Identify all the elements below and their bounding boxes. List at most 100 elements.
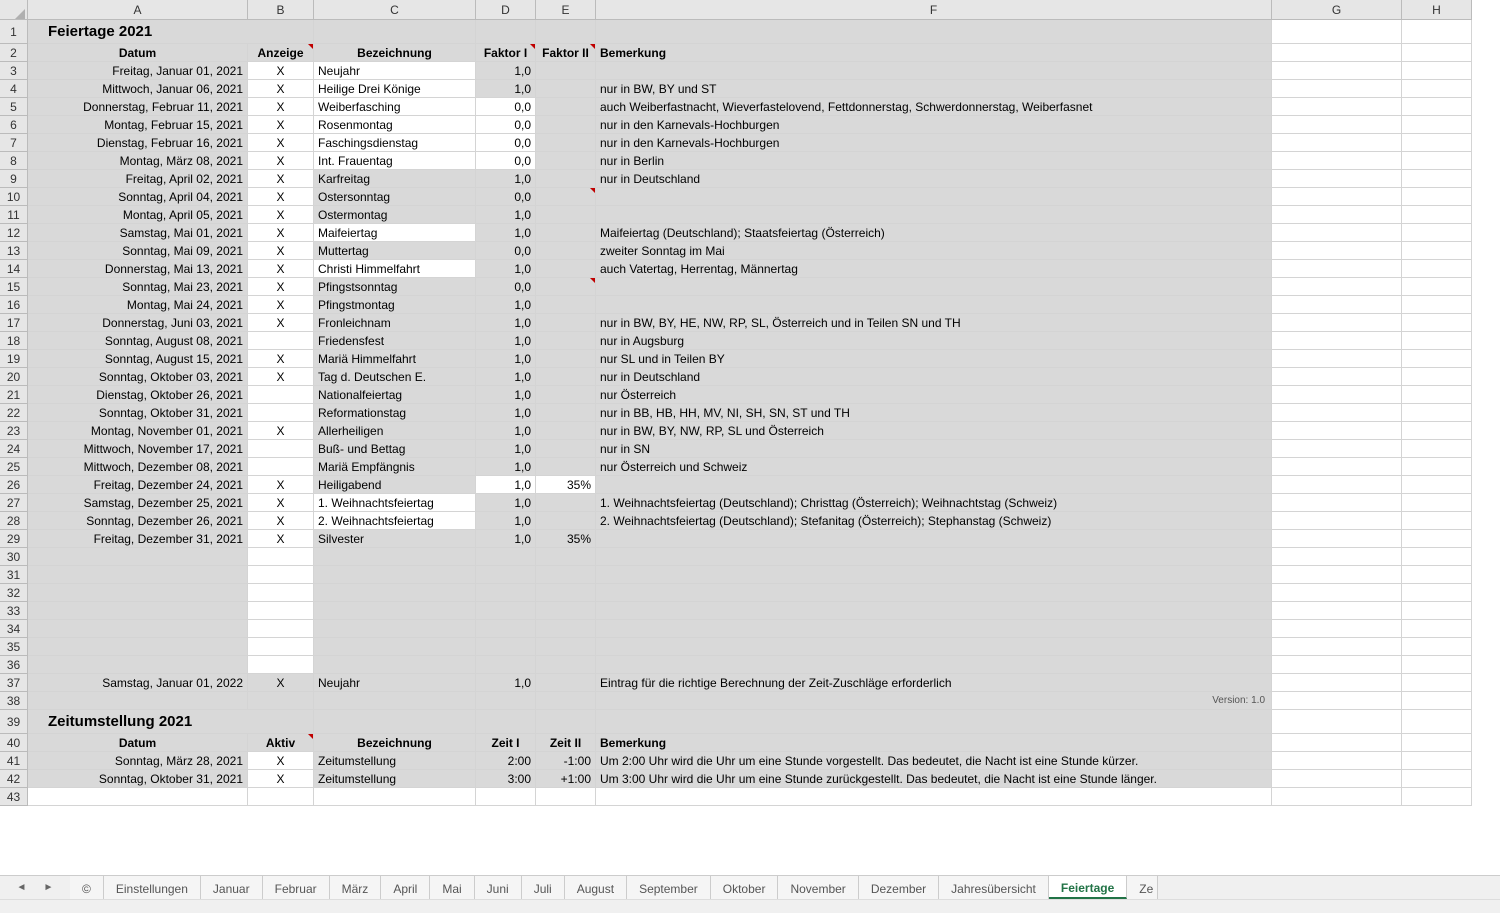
cell[interactable]: [1402, 584, 1472, 602]
row-header[interactable]: 22: [0, 404, 28, 422]
cell[interactable]: [1402, 242, 1472, 260]
cell[interactable]: [1272, 332, 1402, 350]
row-header[interactable]: 1: [0, 20, 28, 44]
empty[interactable]: [248, 602, 314, 620]
holiday-show[interactable]: X: [248, 224, 314, 242]
sheet-tab-september[interactable]: September: [627, 876, 711, 899]
holiday-name[interactable]: Int. Frauentag: [314, 152, 476, 170]
cell[interactable]: [596, 788, 1272, 806]
cell[interactable]: [1272, 494, 1402, 512]
sheet-tab-ze[interactable]: Ze: [1127, 876, 1158, 899]
sheet-tab-märz[interactable]: März: [330, 876, 382, 899]
row-header[interactable]: 3: [0, 62, 28, 80]
holiday-show[interactable]: X: [248, 368, 314, 386]
empty[interactable]: [248, 548, 314, 566]
holiday-name[interactable]: Maifeiertag: [314, 224, 476, 242]
holiday-show[interactable]: X: [248, 188, 314, 206]
empty[interactable]: [248, 566, 314, 584]
row-header[interactable]: 16: [0, 296, 28, 314]
empty[interactable]: [248, 620, 314, 638]
row-header[interactable]: 6: [0, 116, 28, 134]
cell[interactable]: [1402, 44, 1472, 62]
empty[interactable]: [248, 584, 314, 602]
holiday-show[interactable]: X: [248, 170, 314, 188]
holiday-show[interactable]: [248, 458, 314, 476]
sheet-tab-juni[interactable]: Juni: [475, 876, 522, 899]
holiday-f1[interactable]: 0,0: [476, 116, 536, 134]
cell[interactable]: [314, 788, 476, 806]
cell[interactable]: [1402, 404, 1472, 422]
row-header[interactable]: 17: [0, 314, 28, 332]
cell[interactable]: [1402, 116, 1472, 134]
cell[interactable]: [1402, 512, 1472, 530]
cell[interactable]: [1402, 350, 1472, 368]
cell[interactable]: [1402, 20, 1472, 44]
sheet-tab-november[interactable]: November: [778, 876, 858, 899]
cell[interactable]: [248, 788, 314, 806]
cell[interactable]: [1272, 602, 1402, 620]
cell[interactable]: [1402, 788, 1472, 806]
cell[interactable]: [1402, 260, 1472, 278]
cell[interactable]: [1272, 386, 1402, 404]
row-header[interactable]: 37: [0, 674, 28, 692]
cell[interactable]: [1272, 206, 1402, 224]
row-header[interactable]: 10: [0, 188, 28, 206]
holiday-name[interactable]: Weiberfasching: [314, 98, 476, 116]
cell[interactable]: [1272, 296, 1402, 314]
cell[interactable]: [1272, 548, 1402, 566]
holiday-name[interactable]: Heilige Drei Könige: [314, 80, 476, 98]
sheet-tab-februar[interactable]: Februar: [263, 876, 330, 899]
cell[interactable]: [1272, 584, 1402, 602]
cell[interactable]: [1272, 476, 1402, 494]
sheet-tab-mai[interactable]: Mai: [430, 876, 474, 899]
col-header-F[interactable]: F: [596, 0, 1272, 20]
cell[interactable]: [1272, 638, 1402, 656]
cell[interactable]: [1272, 98, 1402, 116]
cell[interactable]: [1402, 188, 1472, 206]
cell[interactable]: [1272, 752, 1402, 770]
holiday-name[interactable]: Rosenmontag: [314, 116, 476, 134]
holiday-show[interactable]: X: [248, 350, 314, 368]
cell[interactable]: [1402, 656, 1472, 674]
cell[interactable]: [1272, 566, 1402, 584]
sheet-tab-august[interactable]: August: [565, 876, 627, 899]
cell[interactable]: [1272, 512, 1402, 530]
cell[interactable]: [1272, 656, 1402, 674]
col-header-D[interactable]: D: [476, 0, 536, 20]
nav-next-icon[interactable]: ►: [44, 882, 54, 893]
row-header[interactable]: 21: [0, 386, 28, 404]
cell[interactable]: [1402, 98, 1472, 116]
holiday-name[interactable]: Neujahr: [314, 62, 476, 80]
row-header[interactable]: 14: [0, 260, 28, 278]
row-header[interactable]: 42: [0, 770, 28, 788]
cell[interactable]: [536, 788, 596, 806]
cell[interactable]: [1272, 350, 1402, 368]
cell[interactable]: [1272, 788, 1402, 806]
holiday-f2[interactable]: 35%: [536, 476, 596, 494]
col-header-E[interactable]: E: [536, 0, 596, 20]
sheet-tab-jahresübersicht[interactable]: Jahresübersicht: [939, 876, 1049, 899]
cell[interactable]: [1402, 296, 1472, 314]
cell[interactable]: [1272, 20, 1402, 44]
horizontal-scrollbar[interactable]: [0, 899, 1500, 913]
cell[interactable]: [1402, 476, 1472, 494]
holiday-show[interactable]: X: [248, 422, 314, 440]
cell[interactable]: [1272, 224, 1402, 242]
cell[interactable]: [1402, 566, 1472, 584]
sheet-tab-oktober[interactable]: Oktober: [711, 876, 779, 899]
sheet-tab-april[interactable]: April: [381, 876, 430, 899]
cell[interactable]: [1402, 548, 1472, 566]
cell[interactable]: [28, 788, 248, 806]
row-header[interactable]: 32: [0, 584, 28, 602]
cell[interactable]: [1402, 386, 1472, 404]
cell[interactable]: [1272, 440, 1402, 458]
cell[interactable]: [1272, 278, 1402, 296]
cell[interactable]: [1402, 770, 1472, 788]
holiday-show[interactable]: X: [248, 62, 314, 80]
cell[interactable]: [1402, 458, 1472, 476]
row-header[interactable]: 34: [0, 620, 28, 638]
cell[interactable]: [1402, 134, 1472, 152]
cell[interactable]: [1402, 752, 1472, 770]
holiday-f1[interactable]: 0,0: [476, 152, 536, 170]
row-header[interactable]: 43: [0, 788, 28, 806]
